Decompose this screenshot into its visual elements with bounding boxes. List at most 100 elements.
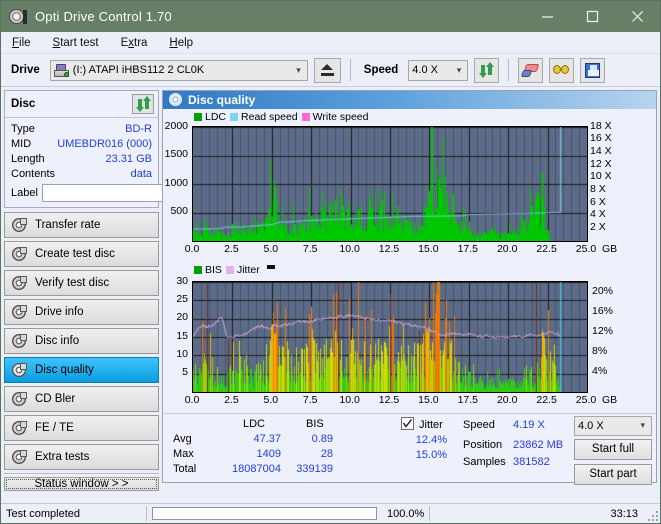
panel-header: Disc quality <box>163 91 656 109</box>
chart-bis-xtick: 22.5 <box>536 393 557 406</box>
chart-ldc-xtick: 5.0 <box>263 242 279 255</box>
resize-grip-icon[interactable] <box>646 509 658 521</box>
chart-bis-ytick: 25 <box>176 292 188 305</box>
sidebar-item-extra-tests[interactable]: Extra tests <box>4 444 159 470</box>
start-part-button[interactable]: Start part <box>574 463 652 485</box>
sidebar-item-disc-quality[interactable]: Disc quality <box>4 357 159 383</box>
window-controls <box>525 1 660 32</box>
disc-test-icon <box>12 363 27 377</box>
chart-ldc-xlabel: GB <box>602 242 618 255</box>
minimize-icon[interactable] <box>525 1 570 32</box>
toolbar: Drive (I:) ATAPI iHBS112 2 CL0K ▾ Speed … <box>1 54 660 87</box>
menu-bar: File Start test Extra Help <box>1 32 660 54</box>
speed-select[interactable]: 4.0 X ▾ <box>408 59 469 81</box>
status-message: Test completed <box>6 507 80 520</box>
glasses-icon <box>552 64 571 77</box>
chart-ldc-y2tick: 12 X <box>590 157 612 170</box>
sidebar-item-fe-te[interactable]: FE / TE <box>4 415 159 441</box>
chart-bis-xtick: 20.0 <box>496 393 518 406</box>
disc-row-value: UMEBDR016 (000) <box>57 137 152 150</box>
legend-label-write-speed: Write speed <box>312 110 369 123</box>
disc-test-icon <box>12 305 27 319</box>
sidebar-item-label: Create test disc <box>35 248 115 260</box>
sidebar-spacer <box>4 473 159 474</box>
elapsed-time: 33:13 <box>610 507 638 520</box>
disc-row-key: Type <box>11 122 35 135</box>
stats-row-avg-ldc: 47.37 <box>253 432 281 445</box>
eraser-icon <box>521 63 540 77</box>
chart-ldc-xtick: 10.0 <box>339 242 360 255</box>
sidebar-item-drive-info[interactable]: Drive info <box>4 299 159 325</box>
close-icon[interactable] <box>615 1 660 32</box>
chart-bis-y2tick: 4% <box>592 364 608 377</box>
chart-bis-ytick: 20 <box>176 311 188 324</box>
speed-stat-label: Speed <box>463 418 495 431</box>
toolbar-divider <box>508 59 510 81</box>
menu-start-test[interactable]: Start test <box>50 35 102 51</box>
disc-row-value: data <box>130 167 152 180</box>
menu-extra[interactable]: Extra <box>118 35 151 51</box>
chart-ldc-ytick: 1500 <box>164 148 188 161</box>
floppy-disk-icon <box>585 62 601 78</box>
stats-col-bis: BIS <box>306 417 324 430</box>
nav-list: Transfer rate Create test disc Verify te… <box>4 212 159 470</box>
sidebar-item-disc-info[interactable]: Disc info <box>4 328 159 354</box>
test-speed-select[interactable]: 4.0 X ▾ <box>574 415 652 436</box>
sidebar-item-label: FE / TE <box>35 422 74 434</box>
chart-bis-xtick: 25.0 <box>575 393 597 406</box>
legend-swatch-write-speed <box>301 112 310 121</box>
disc-row-value: 23.31 GB <box>105 152 152 165</box>
refresh-icon <box>135 96 151 112</box>
main-content: Disc Type BD-R MID UMEBDR016 (000) Lengt… <box>1 87 660 491</box>
stats-row-max-label: Max <box>173 447 194 460</box>
sidebar-item-transfer-rate[interactable]: Transfer rate <box>4 212 159 238</box>
disc-row-key: Contents <box>11 167 56 180</box>
jitter-label: Jitter <box>419 418 443 431</box>
chart-bis: BIS Jitter 5 10 15 20 25 30 4% 8% 12% 16% 20% 0.0 2.… <box>163 264 656 413</box>
disc-row-type: Type BD-R <box>11 121 152 136</box>
menu-file[interactable]: File <box>9 35 34 51</box>
drive-select[interactable]: (I:) ATAPI iHBS112 2 CL0K ▾ <box>49 59 308 81</box>
chart-bis-xtick: 0.0 <box>184 393 200 406</box>
disc-test-icon <box>12 334 27 348</box>
status-window-button[interactable]: Status window > > <box>4 477 159 491</box>
chart-ldc-xtick: 22.5 <box>536 242 557 255</box>
sidebar-item-label: CD Bler <box>35 393 76 405</box>
stats-row-max-ldc: 1409 <box>256 447 281 460</box>
sidebar-item-create-test-disc[interactable]: Create test disc <box>4 241 159 267</box>
disc-refresh-button[interactable] <box>132 94 154 114</box>
chart-ldc-y2tick: 14 X <box>590 145 612 158</box>
sidebar-item-label: Disc quality <box>35 364 94 376</box>
chart-bis-plot <box>192 280 588 393</box>
disc-row-value: BD-R <box>125 122 152 135</box>
sidebar-item-verify-test-disc[interactable]: Verify test disc <box>4 270 159 296</box>
chart-bis-ytick: 5 <box>182 366 188 379</box>
chevron-down-icon: ▾ <box>640 420 645 431</box>
save-button[interactable] <box>580 57 606 83</box>
legend-label-jitter: Jitter <box>236 263 260 276</box>
toolbar-divider <box>349 59 351 81</box>
settings-button[interactable] <box>549 57 575 83</box>
chart-bis-xtick: 10.0 <box>339 393 360 406</box>
start-full-button[interactable]: Start full <box>574 438 652 460</box>
sidebar-item-cd-bler[interactable]: CD Bler <box>4 386 159 412</box>
status-bar: Test completed 100.0% 33:13 <box>1 503 660 523</box>
menu-help[interactable]: Help <box>166 35 196 51</box>
page-title: Disc quality <box>188 92 256 107</box>
erase-button[interactable] <box>518 57 544 83</box>
menu-file-rest: ile <box>19 36 31 49</box>
app-icon <box>9 8 27 26</box>
jitter-checkbox[interactable] <box>401 416 414 430</box>
eject-button[interactable] <box>313 57 341 83</box>
stats-panel: LDC BIS Avg 47.37 0.89 Max 1409 28 Total… <box>163 412 656 485</box>
sidebar-item-label: Transfer rate <box>35 219 101 231</box>
chart-bis-xtick: 17.5 <box>457 393 479 406</box>
drive-icon <box>53 63 69 77</box>
disc-label-row: Label <box>11 183 245 203</box>
speed-stat-value: 4.19 X <box>513 418 545 431</box>
maximize-icon[interactable] <box>570 1 615 32</box>
disc-test-icon <box>12 218 27 232</box>
menu-help-rest: elp <box>177 36 194 49</box>
refresh-button[interactable] <box>474 57 500 83</box>
chart-bis-xtick: 7.5 <box>302 393 318 406</box>
